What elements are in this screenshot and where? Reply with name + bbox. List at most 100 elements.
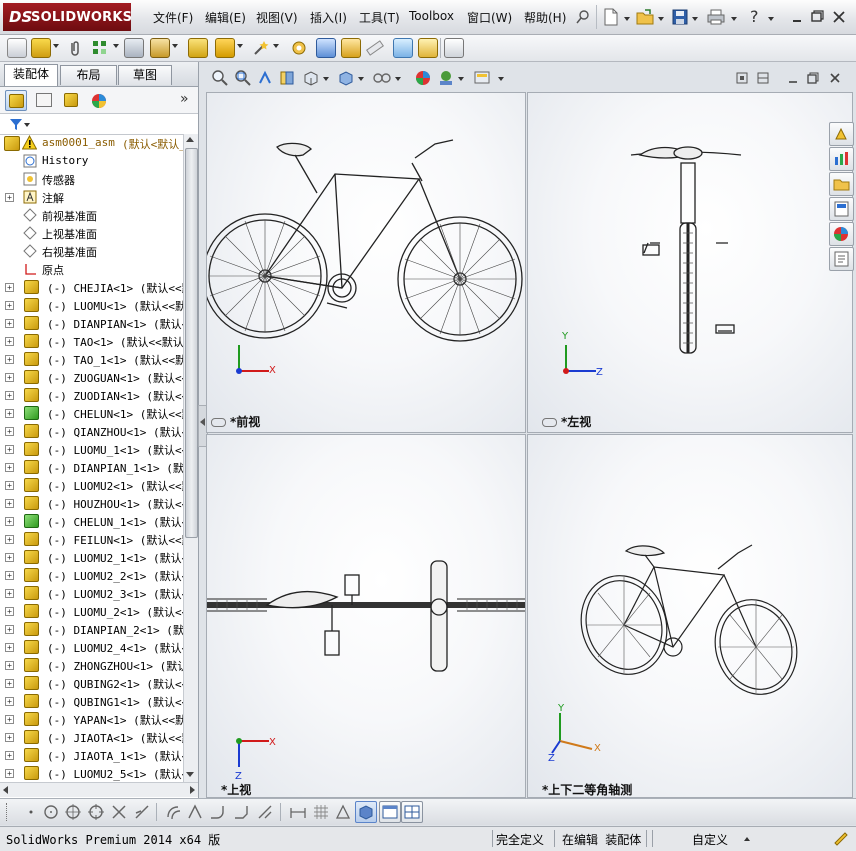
viewport-top[interactable]: X Z *上视	[206, 434, 526, 798]
tree-item-component[interactable]: + (-) JIAOTA<1> (默认<<默	[0, 728, 183, 746]
dimension-icon[interactable]	[288, 803, 308, 821]
tree-horizontal-scrollbar[interactable]	[0, 782, 198, 797]
chevron-down-icon[interactable]	[113, 44, 119, 48]
property-manager-icon[interactable]	[33, 90, 53, 109]
tree-item-plane[interactable]: 右视基准面	[0, 242, 183, 260]
menu-edit[interactable]: 编辑(E)	[205, 9, 246, 26]
chevron-down-icon[interactable]	[273, 44, 279, 48]
chevron-down-icon[interactable]	[692, 17, 698, 21]
rebuild-icon[interactable]	[316, 38, 336, 58]
chevron-down-icon[interactable]	[658, 17, 664, 21]
chevron-down-icon[interactable]	[24, 123, 30, 127]
feature-manager-tab[interactable]	[5, 90, 27, 111]
tree-item-component[interactable]: + (-) LUOMU2_4<1> (默认<<	[0, 638, 183, 656]
menu-window[interactable]: 窗口(W)	[467, 9, 512, 26]
scroll-down-arrow[interactable]	[186, 772, 194, 777]
tree-item-component[interactable]: + (-) CHEJIA<1> (默认<<默	[0, 278, 183, 296]
previous-view-icon[interactable]	[257, 69, 275, 87]
design-library-tab[interactable]	[829, 147, 854, 171]
display-manager-icon[interactable]	[90, 92, 108, 110]
chevron-down-icon[interactable]	[53, 44, 59, 48]
expand-toggle[interactable]: +	[5, 553, 14, 562]
tree-item-component[interactable]: + (-) DIANPIAN_2<1> (默认	[0, 620, 183, 638]
polygon-icon[interactable]	[87, 803, 105, 821]
assembly-icon[interactable]	[7, 38, 27, 58]
tree-item-component[interactable]: + (-) LUOMU_1<1> (默认<<默	[0, 440, 183, 458]
tree-item-component[interactable]: + (-) ZUOGUAN<1> (默认<<默	[0, 368, 183, 386]
tree-item-component[interactable]: + (-) LUOMU2_3<1> (默认<<	[0, 584, 183, 602]
tree-item-component[interactable]: + (-) QIANZHOU<1> (默认<<	[0, 422, 183, 440]
minimize-icon[interactable]	[790, 10, 804, 24]
scroll-thumb[interactable]	[185, 148, 198, 538]
expand-toggle[interactable]: +	[5, 463, 14, 472]
menu-file[interactable]: 文件(F)	[153, 9, 193, 26]
menu-view[interactable]: 视图(V)	[256, 9, 298, 26]
tree-item-component[interactable]: + (-) DIANPIAN_1<1> (默认	[0, 458, 183, 476]
tree-item-component[interactable]: + (-) YAPAN<1> (默认<<默认	[0, 710, 183, 728]
toolbar-grip[interactable]	[6, 803, 9, 821]
scroll-left-arrow[interactable]	[3, 786, 8, 794]
tree-item-component[interactable]: + (-) LUOMU2_1<1> (默认<<	[0, 548, 183, 566]
edit-appearance-icon[interactable]	[414, 69, 432, 87]
menu-insert[interactable]: 插入(I)	[310, 9, 347, 26]
tree-root-assembly[interactable]: asm0001_asm (默认<默认_	[0, 134, 183, 152]
rebuild-notification-icon[interactable]	[832, 830, 848, 846]
chevron-down-icon[interactable]	[323, 77, 329, 81]
expand-toggle[interactable]: +	[5, 481, 14, 490]
mass-properties-icon[interactable]	[418, 38, 438, 58]
menu-help[interactable]: 帮助(H)	[524, 9, 566, 26]
tree-item-component[interactable]: + (-) QUBING1<1> (默认<<默	[0, 692, 183, 710]
fillet-icon[interactable]	[208, 803, 226, 821]
tree-item-component[interactable]: + (-) ZUODIAN<1> (默认<<默	[0, 386, 183, 404]
ruler-icon[interactable]	[366, 39, 384, 57]
chevron-down-icon[interactable]	[172, 44, 178, 48]
tree-item-component[interactable]: + (-) LUOMU<1> (默认<<默认	[0, 296, 183, 314]
help-button[interactable]: ?	[750, 7, 759, 26]
expand-toggle[interactable]: +	[5, 769, 14, 778]
four-viewport-button[interactable]	[401, 801, 423, 823]
chevron-down-icon[interactable]	[768, 17, 774, 21]
assembly-visualization-icon[interactable]	[341, 38, 361, 58]
print-icon[interactable]	[707, 9, 725, 25]
expand-toggle[interactable]: +	[5, 391, 14, 400]
chevron-down-icon[interactable]	[237, 44, 243, 48]
expand-toggle[interactable]: +	[5, 733, 14, 742]
scroll-right-arrow[interactable]	[190, 786, 195, 794]
expand-toggle[interactable]: +	[5, 571, 14, 580]
mirror-icon[interactable]	[186, 803, 204, 821]
options-icon[interactable]	[444, 38, 464, 58]
tree-item-plane[interactable]: 上视基准面	[0, 224, 183, 242]
expand-toggle[interactable]: +	[5, 301, 14, 310]
chevron-down-icon[interactable]	[498, 77, 504, 81]
chevron-up-icon[interactable]	[744, 837, 750, 841]
save-icon[interactable]	[672, 9, 688, 25]
custom-properties-tab[interactable]	[829, 247, 854, 271]
chevron-down-icon[interactable]	[358, 77, 364, 81]
relation-icon[interactable]	[334, 803, 352, 821]
open-folder-icon[interactable]	[636, 9, 654, 25]
tree-item-annotation[interactable]: + 注解	[0, 188, 183, 206]
viewport-minimize-icon[interactable]	[786, 71, 800, 85]
tree-item-component[interactable]: + (-) TAO_1<1> (默认<<默认	[0, 350, 183, 368]
section-view-icon[interactable]	[279, 69, 297, 87]
restore-icon[interactable]	[810, 10, 824, 24]
configuration-manager-icon[interactable]	[61, 90, 81, 109]
file-explorer-tab[interactable]	[829, 172, 854, 196]
trim-icon[interactable]	[110, 803, 128, 821]
circle-icon[interactable]	[42, 803, 60, 821]
menu-tools[interactable]: 工具(T)	[359, 9, 400, 26]
paperclip-icon[interactable]	[66, 39, 84, 57]
view-settings-icon[interactable]	[473, 69, 491, 87]
expand-panel-button[interactable]: »	[180, 91, 189, 107]
expand-toggle[interactable]: +	[5, 643, 14, 652]
tree-item-origin[interactable]: 原点	[0, 260, 183, 278]
chevron-down-icon[interactable]	[624, 17, 630, 21]
interference-detection-icon[interactable]	[290, 39, 308, 57]
zoom-to-fit-icon[interactable]	[211, 69, 229, 87]
tree-item-component[interactable]: + (-) HOUZHOU<1> (默认<<默	[0, 494, 183, 512]
viewport-restore-icon[interactable]	[806, 71, 820, 85]
tab-layout[interactable]: 布局	[60, 65, 117, 85]
measure-icon[interactable]	[393, 38, 413, 58]
expand-toggle[interactable]: +	[5, 517, 14, 526]
tree-item-component[interactable]: + (-) CHELUN_1<1> (默认<<	[0, 512, 183, 530]
